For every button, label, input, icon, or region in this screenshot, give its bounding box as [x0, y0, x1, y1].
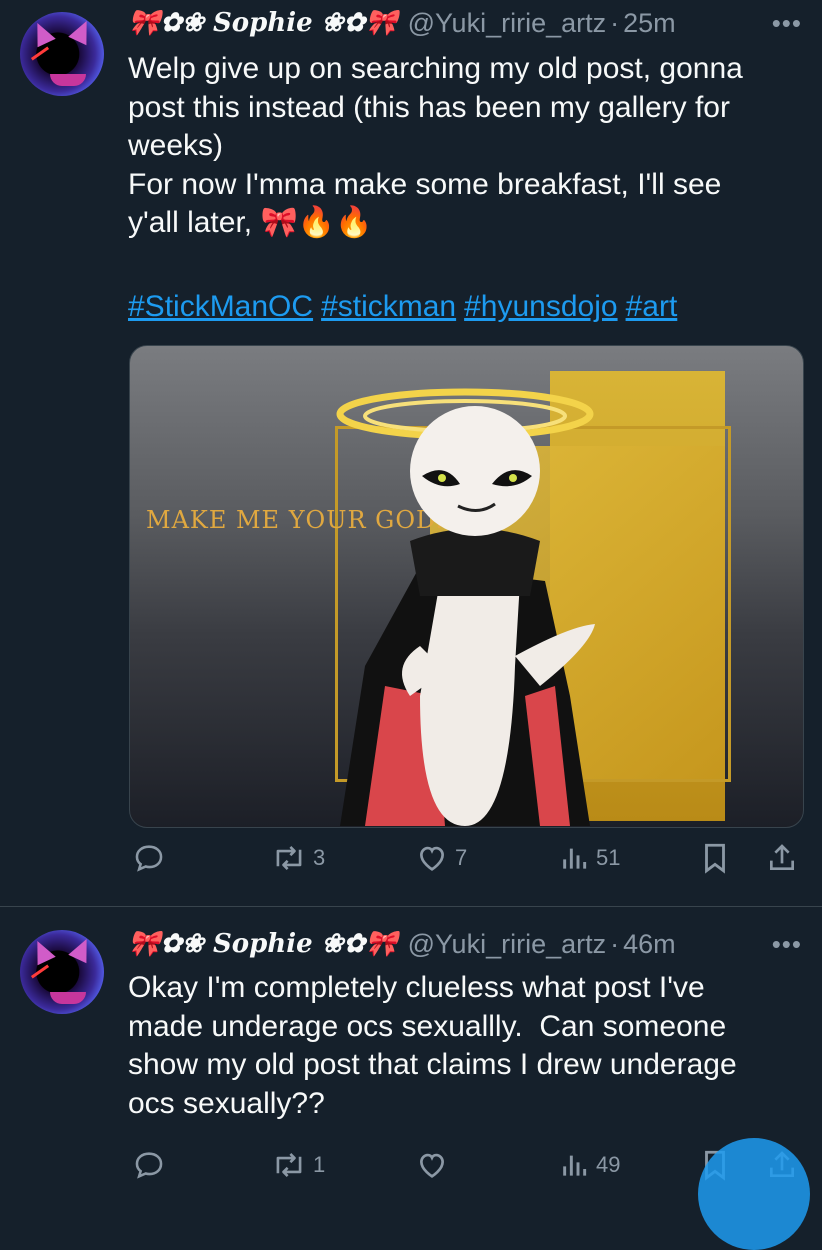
avatar-mouth [50, 992, 86, 1004]
more-options-button[interactable]: ••• [772, 929, 802, 960]
author-display-name[interactable]: 🎀✿❀ Sophie ❀✿🎀 [128, 929, 398, 959]
tweet-actions: 3 7 51 [128, 840, 808, 876]
hashtag-link[interactable]: #StickManOC [128, 290, 313, 323]
timestamp[interactable]: 46m [623, 929, 676, 960]
character-illustration [336, 388, 595, 826]
avatar-ear-right [68, 934, 96, 964]
avatar-ear-left [28, 936, 56, 966]
tweet-text: Okay I'm completely clueless what post I… [128, 971, 737, 1120]
retweet-icon [276, 1152, 302, 1178]
tweet-header: 🎀✿❀ Sophie ❀✿🎀 @Yuki_ririe_artz · 46m [128, 927, 676, 961]
retweet-count: 1 [313, 1152, 326, 1177]
view-count: 49 [596, 1152, 621, 1177]
author-display-name[interactable]: 🎀✿❀ Sophie ❀✿🎀 [128, 8, 398, 38]
avatar-mouth [50, 74, 86, 86]
like-button[interactable] [415, 1147, 455, 1183]
retweet-icon [276, 845, 302, 871]
analytics-icon [563, 1155, 587, 1176]
bookmark-button[interactable] [700, 840, 730, 876]
avatar[interactable] [20, 12, 104, 96]
retweet-button[interactable]: 3 [271, 840, 325, 876]
separator-dot: · [610, 928, 620, 959]
tweet[interactable]: 🎀✿❀ Sophie ❀✿🎀 @Yuki_ririe_artz · 25m ••… [0, 0, 822, 906]
timestamp[interactable]: 25m [623, 8, 676, 39]
heart-icon [420, 1153, 444, 1178]
avatar[interactable] [20, 930, 104, 1014]
analytics-icon [563, 848, 587, 869]
author-handle[interactable]: @Yuki_ririe_artz [408, 929, 606, 960]
like-button[interactable]: 7 [415, 840, 467, 876]
retweet-button[interactable]: 1 [271, 1147, 325, 1183]
avatar-mark [30, 964, 50, 979]
like-count: 7 [455, 845, 468, 870]
tweet[interactable]: 🎀✿❀ Sophie ❀✿🎀 @Yuki_ririe_artz · 46m ••… [0, 907, 822, 1200]
hashtag-link[interactable]: #art [626, 290, 678, 323]
share-button[interactable] [766, 840, 798, 876]
retweet-count: 3 [313, 845, 326, 870]
avatar-mark [30, 46, 50, 61]
avatar-ear-right [68, 16, 96, 46]
view-count: 51 [596, 845, 621, 870]
hashtags: #StickManOC #stickman #hyunsdojo #art [128, 290, 685, 324]
author-handle[interactable]: @Yuki_ririe_artz [408, 8, 606, 39]
tweet-header: 🎀✿❀ Sophie ❀✿🎀 @Yuki_ririe_artz · 25m [128, 6, 676, 40]
reply-icon [135, 845, 163, 872]
views-button[interactable]: 51 [558, 840, 620, 876]
share-icon [770, 844, 794, 870]
avatar-ear-left [28, 18, 56, 48]
tweet-image[interactable]: MAKE ME YOUR GOD. [129, 345, 804, 828]
reply-button[interactable] [132, 840, 172, 876]
heart-icon [420, 846, 444, 871]
bookmark-icon [705, 843, 725, 874]
compose-post-button[interactable] [698, 1138, 810, 1250]
more-options-button[interactable]: ••• [772, 8, 802, 39]
tweet-text: Welp give up on searching my old post, g… [128, 52, 743, 239]
hashtag-link[interactable]: #stickman [321, 290, 456, 323]
reply-button[interactable] [132, 1147, 172, 1183]
reply-icon [135, 1152, 163, 1179]
hashtag-link[interactable]: #hyunsdojo [464, 290, 617, 323]
views-button[interactable]: 49 [558, 1147, 620, 1183]
separator-dot: · [610, 7, 620, 38]
